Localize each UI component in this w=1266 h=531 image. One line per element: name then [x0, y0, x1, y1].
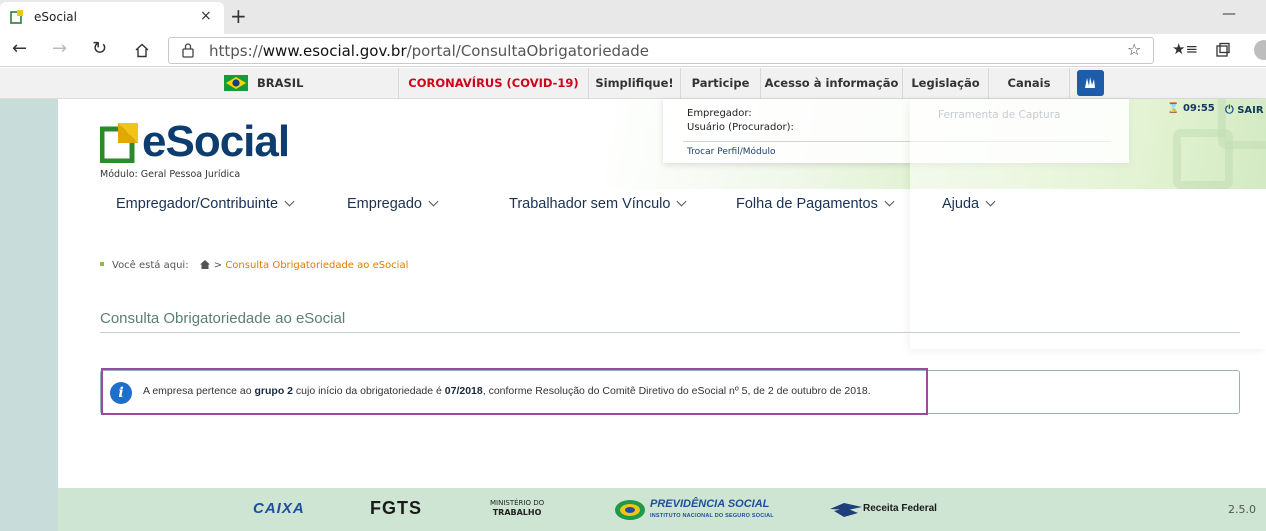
logout-button[interactable]: ⏻ SAIR — [1225, 103, 1264, 117]
breadcrumb-current: Consulta Obrigatoriedade ao eSocial — [225, 260, 409, 271]
star-icon[interactable]: ☆ — [1127, 40, 1141, 59]
receita-federal-logo[interactable]: Receita Federal — [863, 503, 937, 514]
browser-tab-bar: eSocial × + — — [0, 0, 1266, 34]
ministerio-trabalho-logo[interactable]: MINISTÉRIO DO TRABALHO — [490, 499, 544, 518]
home-icon[interactable] — [134, 43, 150, 58]
menu-item-label: Empregado — [347, 196, 422, 212]
brazil-flag-icon — [224, 75, 248, 91]
menu-item-label: Folha de Pagamentos — [736, 196, 878, 212]
chevron-down-icon — [428, 196, 439, 207]
legislacao-link[interactable]: Legislação — [902, 68, 988, 99]
session-timer: ⌛ 09:55 — [1167, 103, 1215, 114]
menu-folha-de-pagamentos[interactable]: Folha de Pagamentos — [736, 196, 895, 212]
switch-profile-link[interactable]: Trocar Perfil/Módulo — [687, 147, 775, 157]
libras-accessibility-icon[interactable] — [1077, 70, 1104, 96]
logout-label: SAIR — [1237, 105, 1264, 116]
version-label: 2.5.0 — [1228, 503, 1256, 516]
menu-empregador-contribuinte[interactable]: Empregador/Contribuinte — [116, 196, 295, 212]
favorites-icon[interactable]: ★≡ — [1172, 40, 1198, 58]
lock-icon — [182, 43, 194, 58]
hourglass-icon: ⌛ — [1167, 103, 1180, 114]
fgts-logo[interactable]: FGTS — [370, 498, 422, 519]
simplifique-link[interactable]: Simplifique! — [588, 68, 680, 99]
employer-label: Empregador: — [687, 108, 752, 119]
refresh-icon[interactable]: ↻ — [92, 38, 107, 59]
chevron-down-icon — [677, 196, 687, 207]
browser-tab[interactable]: eSocial × — [0, 2, 224, 34]
collections-icon[interactable] — [1215, 42, 1231, 58]
page-title: Consulta Obrigatoriedade ao eSocial — [100, 310, 346, 327]
brasil-link[interactable]: BRASIL — [210, 68, 323, 99]
tab-title: eSocial — [34, 10, 77, 24]
brasil-label: BRASIL — [257, 76, 304, 90]
user-label: Usuário (Procurador): — [687, 122, 794, 133]
previdencia-social-logo[interactable]: PREVIDÊNCIA SOCIAL INSTITUTO NACIONAL DO… — [650, 498, 774, 522]
main-menu: Empregador/Contribuinte Empregado Trabal… — [58, 189, 1266, 223]
info-icon: i — [110, 382, 132, 404]
session-timer-value: 09:55 — [1182, 103, 1215, 114]
breadcrumb: Você está aqui: > Consulta Obrigatorieda… — [100, 259, 408, 271]
forward-arrow-icon[interactable]: → — [52, 38, 67, 59]
title-divider — [100, 332, 1240, 333]
capture-tool-overlay: Ferramenta de Captura — [910, 99, 1266, 349]
chevron-down-icon — [884, 196, 895, 207]
home-icon[interactable] — [199, 260, 210, 269]
menu-item-label: Empregador/Contribuinte — [116, 196, 279, 212]
receita-federal-logo-icon — [830, 503, 862, 517]
breadcrumb-bullet — [100, 262, 104, 266]
menu-item-label: Trabalhador sem Vínculo — [509, 196, 671, 212]
covid-link[interactable]: CORONAVÍRUS (COVID-19) — [398, 68, 588, 99]
canais-link[interactable]: Canais — [988, 68, 1070, 99]
previdencia-logo-icon — [615, 500, 645, 520]
new-tab-icon[interactable]: + — [230, 4, 247, 28]
browser-toolbar: ← → ↻ https://www.esocial.gov.br/portal/… — [0, 34, 1266, 67]
esocial-favicon-icon — [10, 10, 23, 24]
close-tab-icon[interactable]: × — [200, 8, 212, 24]
breadcrumb-separator: > — [213, 260, 223, 271]
url-text: https://www.esocial.gov.br/portal/Consul… — [209, 42, 650, 60]
minimize-window-icon[interactable]: — — [1222, 6, 1236, 22]
page-side-background — [0, 99, 58, 531]
menu-item-label: Ajuda — [942, 196, 980, 212]
menu-trabalhador-sem-vinculo[interactable]: Trabalhador sem Vínculo — [509, 196, 687, 212]
address-bar[interactable]: https://www.esocial.gov.br/portal/Consul… — [168, 37, 1154, 64]
avatar[interactable] — [1254, 40, 1266, 60]
esocial-logo-text[interactable]: eSocial — [142, 117, 290, 167]
info-message-text: A empresa pertence ao grupo 2 cujo iníci… — [143, 385, 871, 397]
chevron-down-icon — [284, 196, 295, 207]
esocial-logo-icon — [100, 123, 138, 163]
menu-empregado[interactable]: Empregado — [347, 196, 439, 212]
site-footer: CAIXA FGTS MINISTÉRIO DO TRABALHO PREVIDÊ… — [58, 488, 1266, 531]
caixa-logo[interactable]: CAIXA — [253, 500, 305, 517]
power-icon: ⏻ — [1225, 103, 1234, 116]
capture-tool-label: Ferramenta de Captura — [938, 109, 1061, 121]
government-bar: BRASIL CORONAVÍRUS (COVID-19) Simplifiqu… — [0, 68, 1266, 99]
back-arrow-icon[interactable]: ← — [12, 38, 27, 59]
menu-ajuda[interactable]: Ajuda — [942, 196, 996, 212]
participe-link[interactable]: Participe — [680, 68, 760, 99]
module-label: Módulo: Geral Pessoa Jurídica — [100, 169, 241, 180]
chevron-down-icon — [985, 196, 996, 207]
breadcrumb-prefix: Você está aqui: — [112, 260, 189, 271]
acesso-informacao-link[interactable]: Acesso à informação — [760, 68, 902, 99]
